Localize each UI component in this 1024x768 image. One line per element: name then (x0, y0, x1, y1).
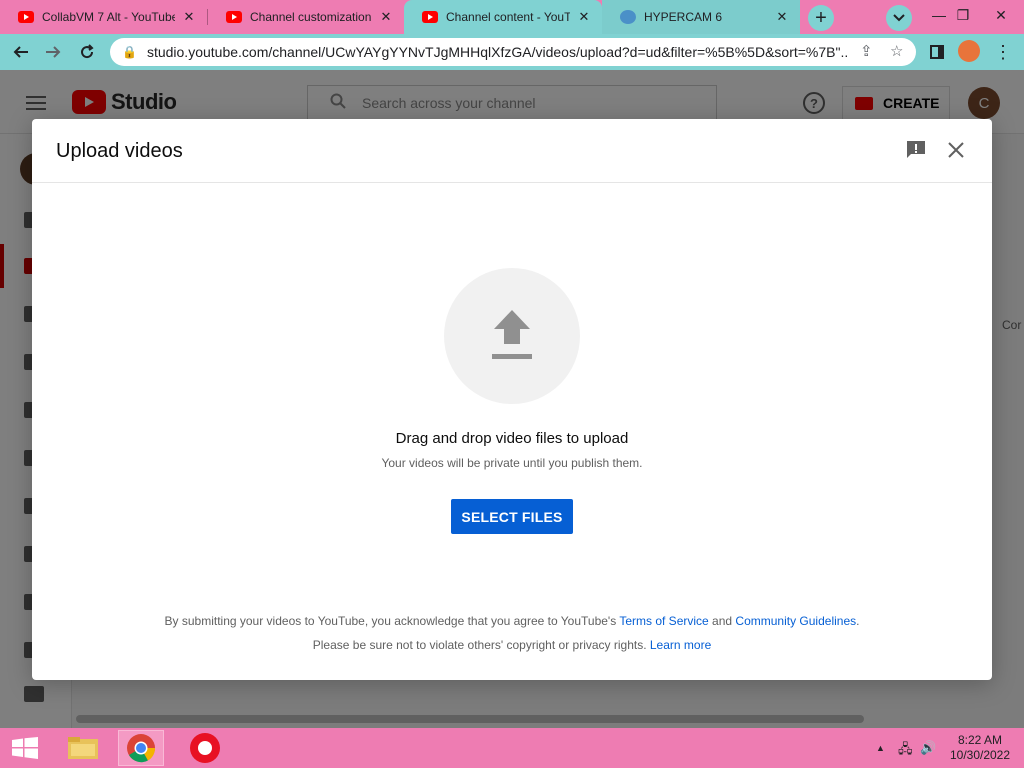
tab-collabvm[interactable]: CollabVM 7 Alt - YouTube ✕ (0, 0, 207, 34)
tab-title: Channel customization - YouTube Studio (250, 10, 372, 24)
terms-of-service-link[interactable]: Terms of Service (619, 614, 708, 628)
youtube-icon (18, 11, 34, 23)
window-close-button[interactable]: ✕ (984, 0, 1018, 30)
show-hidden-icons[interactable]: ▲ (876, 743, 885, 753)
record-icon (190, 733, 220, 763)
taskbar-file-explorer[interactable] (60, 730, 106, 766)
reload-button[interactable] (74, 39, 100, 65)
upload-drop-target[interactable] (444, 268, 580, 404)
tab-title: Channel content - YouTube Studio (446, 10, 570, 24)
new-tab-button[interactable]: + (808, 5, 834, 31)
clock-time: 8:22 AM (957, 733, 1003, 747)
chevron-down-icon (893, 14, 905, 22)
forward-button[interactable] (40, 39, 66, 65)
legal-period: . (856, 614, 860, 628)
upload-arrow-icon (492, 310, 532, 359)
clock-date: 10/30/2022 (949, 748, 1011, 762)
drag-drop-subtitle: Your videos will be private until you pu… (381, 456, 643, 470)
windows-taskbar: ▲ 🖧 🔊 8:22 AM 10/30/2022 (0, 728, 1024, 768)
side-panel-icon (930, 45, 944, 59)
back-button[interactable] (8, 39, 34, 65)
volume-icon[interactable]: 🔊 (920, 740, 936, 756)
copyright-text: Please be sure not to violate others' co… (312, 638, 650, 652)
hypercam-icon (620, 10, 636, 24)
folder-icon (68, 737, 98, 759)
community-guidelines-link[interactable]: Community Guidelines (735, 614, 856, 628)
tab-search-button[interactable] (886, 5, 912, 31)
share-icon[interactable]: ⇪ (860, 42, 873, 60)
send-feedback-button[interactable] (905, 140, 927, 160)
start-button[interactable] (0, 728, 50, 768)
tab-title: CollabVM 7 Alt - YouTube (42, 10, 175, 24)
system-clock[interactable]: 8:22 AM 10/30/2022 (944, 733, 1016, 763)
feedback-icon (907, 141, 925, 158)
close-tab-icon[interactable]: ✕ (774, 9, 790, 25)
lock-icon: 🔒 (122, 45, 137, 59)
browser-toolbar: 🔒 studio.youtube.com/channel/UCwYAYgYYNv… (0, 34, 1024, 70)
address-bar[interactable]: 🔒 studio.youtube.com/channel/UCwYAYgYYNv… (110, 38, 916, 66)
upload-videos-dialog: Upload videos Drag and drop video files … (32, 119, 992, 680)
tab-hypercam[interactable]: HYPERCAM 6 ✕ (602, 0, 800, 34)
side-panel-button[interactable] (924, 39, 950, 65)
taskbar-hypercam[interactable] (182, 730, 228, 766)
close-tab-icon[interactable]: ✕ (576, 9, 592, 25)
dialog-title: Upload videos (56, 140, 183, 162)
reload-icon (81, 44, 94, 59)
legal-text: By submitting your videos to YouTube, yo… (164, 614, 620, 628)
learn-more-link[interactable]: Learn more (650, 638, 711, 652)
restore-button[interactable]: ❐ (946, 0, 980, 30)
close-icon (948, 142, 964, 158)
select-files-button[interactable]: SELECT FILES (451, 499, 573, 534)
taskbar-chrome[interactable] (118, 730, 164, 766)
legal-notice: By submitting your videos to YouTube, yo… (32, 609, 992, 657)
legal-line-1: By submitting your videos to YouTube, yo… (32, 609, 992, 633)
tab-title: HYPERCAM 6 (644, 10, 723, 24)
legal-and: and (708, 614, 736, 628)
tab-channel-customization[interactable]: Channel customization - YouTube Studio ✕ (208, 0, 404, 34)
chrome-icon (127, 734, 156, 763)
dialog-header: Upload videos (32, 119, 992, 183)
windows-logo-icon (12, 737, 38, 759)
chrome-menu-button[interactable]: ⋮ (990, 39, 1016, 65)
url-text: studio.youtube.com/channel/UCwYAYgYYNvTJ… (146, 44, 847, 60)
drag-drop-title: Drag and drop video files to upload (395, 430, 629, 447)
youtube-icon (226, 11, 242, 23)
close-tab-icon[interactable]: ✕ (181, 9, 197, 25)
youtube-icon (422, 11, 438, 23)
network-icon[interactable]: 🖧 (898, 740, 913, 762)
bookmark-star-icon[interactable]: ☆ (890, 42, 903, 60)
legal-line-2: Please be sure not to violate others' co… (32, 633, 992, 657)
close-dialog-button[interactable] (944, 138, 968, 162)
tab-channel-content[interactable]: Channel content - YouTube Studio ✕ (404, 0, 602, 34)
arrow-left-icon (13, 46, 28, 58)
browser-tab-strip: CollabVM 7 Alt - YouTube ✕ Channel custo… (0, 0, 1024, 34)
close-tab-icon[interactable]: ✕ (378, 9, 394, 25)
profile-avatar[interactable] (958, 40, 980, 62)
arrow-right-icon (46, 46, 61, 58)
